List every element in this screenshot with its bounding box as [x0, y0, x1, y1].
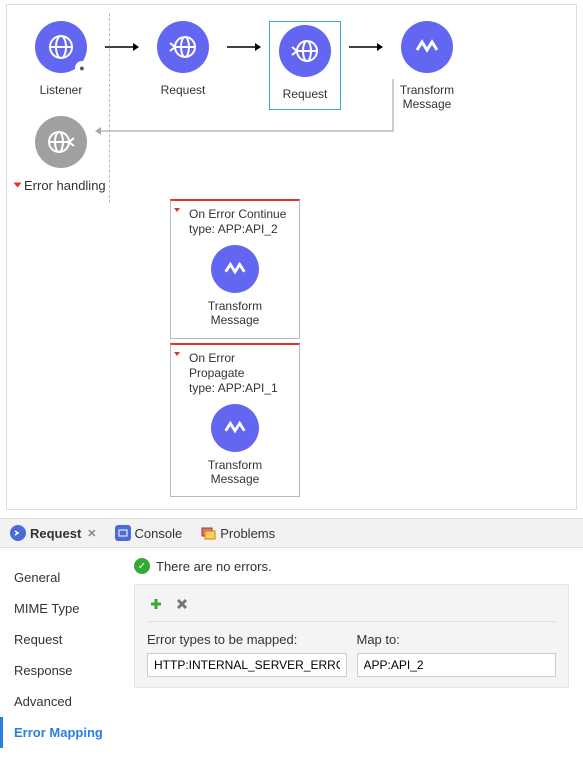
node-label: Request: [161, 83, 206, 97]
properties-side-nav: General MIME Type Request Response Advan…: [0, 548, 120, 762]
sidebar-item-error-mapping[interactable]: Error Mapping: [0, 717, 120, 748]
arrow-icon: [349, 21, 383, 73]
tab-console[interactable]: Console: [113, 523, 185, 543]
node-label: Request: [283, 87, 328, 101]
error-handling-section: Error handling On Error Continue type: A…: [15, 176, 568, 498]
tab-label: Console: [135, 526, 183, 541]
tab-label: Request: [30, 526, 81, 541]
column-header-map-to: Map to:: [357, 632, 557, 647]
mapping-row: Error types to be mapped: Map to:: [147, 632, 556, 677]
handler-type: type: APP:API_1: [189, 381, 293, 396]
node-label: Transform Message: [400, 83, 454, 112]
collapse-triangle-icon: [174, 208, 180, 212]
error-type-input[interactable]: [147, 653, 347, 677]
section-title: Error handling: [24, 178, 106, 193]
sidebar-item-mime-type[interactable]: MIME Type: [14, 593, 120, 624]
handler-type: type: APP:API_2: [189, 222, 293, 237]
tab-problems[interactable]: Problems: [198, 523, 277, 543]
http-icon: [10, 525, 26, 541]
globe-arrow-icon: [279, 25, 331, 77]
node-transform[interactable]: Transform Message: [391, 21, 463, 112]
sidebar-item-response[interactable]: Response: [14, 655, 120, 686]
handler-inner-node[interactable]: Transform Message: [177, 404, 293, 487]
properties-panel: General MIME Type Request Response Advan…: [0, 548, 583, 762]
node-listener[interactable]: ● Listener: [25, 21, 97, 97]
arrow-icon: [227, 21, 261, 73]
sidebar-item-request[interactable]: Request: [14, 624, 120, 655]
node-label: Listener: [40, 83, 83, 97]
collapse-triangle-icon: [174, 352, 180, 356]
globe-arrow-icon: [157, 21, 209, 73]
problems-icon: [200, 525, 216, 541]
sidebar-item-advanced[interactable]: Advanced: [14, 686, 120, 717]
tab-label: Problems: [220, 526, 275, 541]
return-arrow-icon: [93, 79, 403, 149]
handler-inner-node[interactable]: Transform Message: [177, 245, 293, 328]
handler-title: On Error Continue: [189, 207, 293, 222]
properties-content: ✓ There are no errors. Error types to be…: [120, 548, 583, 762]
close-icon[interactable]: ✕: [87, 527, 96, 540]
mapping-toolbar: [147, 595, 556, 622]
tab-request[interactable]: Request ✕: [8, 523, 99, 543]
status-text: There are no errors.: [156, 559, 272, 574]
remove-button[interactable]: [173, 595, 191, 613]
collapse-triangle-icon: [14, 183, 22, 188]
flow-canvas: ● Listener Request Request: [6, 4, 577, 510]
listener-badge-icon: ●: [75, 61, 89, 75]
map-to-input[interactable]: [357, 653, 557, 677]
on-error-continue-box[interactable]: On Error Continue type: APP:API_2 Transf…: [170, 199, 300, 339]
sidebar-item-general[interactable]: General: [14, 562, 120, 593]
wave-icon: [401, 21, 453, 73]
source-boundary: [109, 13, 110, 203]
node-request-2-selected[interactable]: Request: [269, 21, 341, 110]
validation-status: ✓ There are no errors.: [134, 558, 569, 574]
add-button[interactable]: [147, 595, 165, 613]
error-mapping-panel: Error types to be mapped: Map to:: [134, 584, 569, 688]
bottom-tabs-bar: Request ✕ Console Problems: [0, 518, 583, 548]
wave-icon: [211, 404, 259, 452]
arrow-icon: [105, 21, 139, 73]
error-handling-header[interactable]: Error handling: [15, 176, 568, 199]
console-icon: [115, 525, 131, 541]
node-request-1[interactable]: Request: [147, 21, 219, 97]
node-label: Transform Message: [208, 299, 262, 328]
globe-icon: ●: [35, 21, 87, 73]
globe-arrow-grey-icon: [35, 116, 87, 168]
return-path: [15, 116, 568, 168]
column-header-error-types: Error types to be mapped:: [147, 632, 347, 647]
check-circle-icon: ✓: [134, 558, 150, 574]
node-label: Transform Message: [208, 458, 262, 487]
handler-title: On Error Propagate: [189, 351, 293, 381]
wave-icon: [211, 245, 259, 293]
on-error-propagate-box[interactable]: On Error Propagate type: APP:API_1 Trans…: [170, 343, 300, 498]
